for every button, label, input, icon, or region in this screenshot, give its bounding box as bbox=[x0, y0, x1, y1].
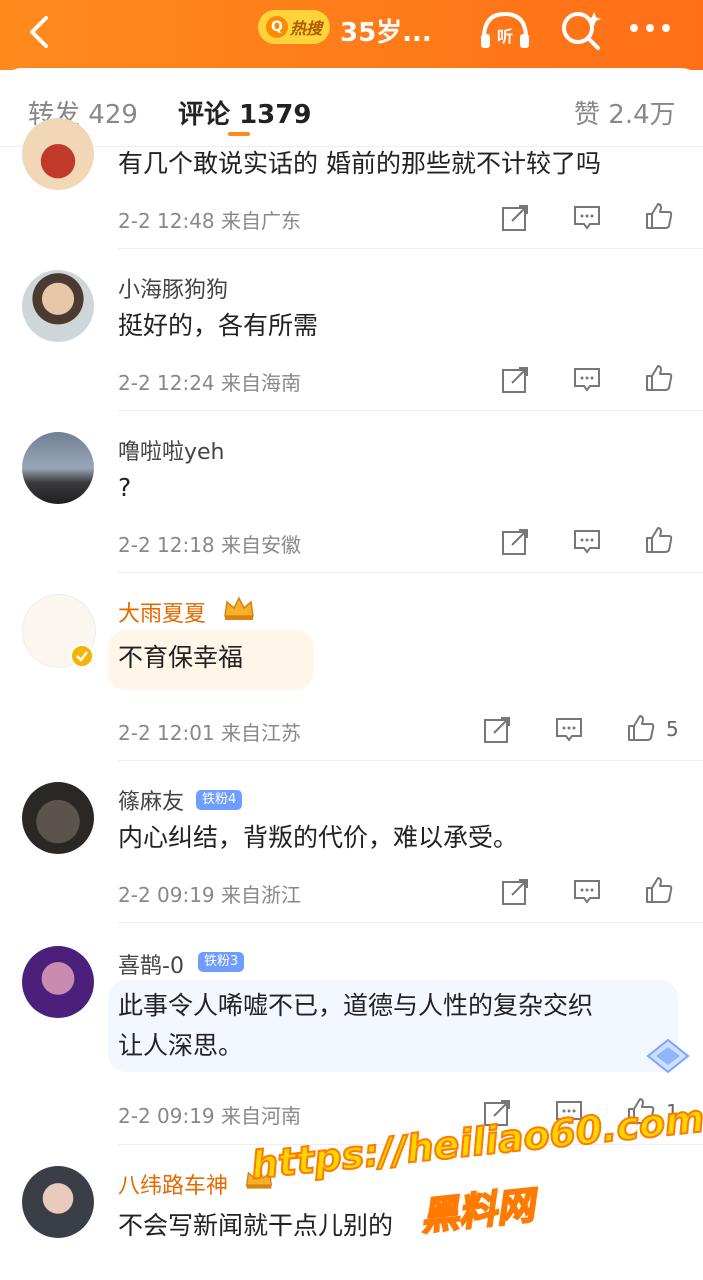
username[interactable]: 喜鹊-0 bbox=[118, 948, 184, 980]
username[interactable]: 噜啦啦yeh bbox=[118, 434, 225, 466]
diamond-icon bbox=[646, 1038, 690, 1074]
back-icon[interactable] bbox=[20, 12, 60, 52]
crown-icon bbox=[224, 596, 254, 620]
username[interactable]: 小海豚狗狗 bbox=[118, 272, 228, 304]
divider bbox=[118, 922, 703, 923]
comment-time: 2-2 09:19 bbox=[118, 883, 215, 907]
more-icon[interactable] bbox=[628, 22, 672, 34]
like-icon[interactable] bbox=[644, 363, 674, 393]
comment-text: 有几个敢说实话的 婚前的那些就不计较了吗 bbox=[118, 149, 601, 178]
divider bbox=[118, 248, 703, 249]
username[interactable]: 八纬路车神 bbox=[118, 1168, 228, 1200]
comment-text: 不育保幸福 bbox=[118, 643, 244, 672]
comment-icon[interactable] bbox=[572, 203, 602, 233]
tab-comments-label: 评论 bbox=[178, 100, 231, 130]
comment-icon[interactable] bbox=[572, 877, 602, 907]
comment-meta: 2-2 12:18 来自安徽 bbox=[118, 529, 301, 558]
tab-likes[interactable]: 赞 2.4万 bbox=[574, 94, 676, 131]
comment-meta: 2-2 12:24 来自海南 bbox=[118, 367, 301, 396]
watermark-name: 黑料网 bbox=[417, 1182, 537, 1240]
comment-icon[interactable] bbox=[554, 715, 584, 745]
tab-comments-count: 1379 bbox=[239, 100, 312, 130]
hot-search-icon: Q bbox=[265, 16, 288, 38]
divider bbox=[118, 760, 703, 761]
comment-sheet bbox=[0, 68, 703, 1280]
comment-time: 2-2 12:01 bbox=[118, 721, 215, 745]
avatar[interactable] bbox=[22, 1166, 94, 1238]
like-icon[interactable] bbox=[644, 525, 674, 555]
verified-icon bbox=[70, 644, 94, 668]
like-icon[interactable] bbox=[644, 201, 674, 231]
tab-likes-count: 2.4万 bbox=[608, 100, 676, 130]
fan-badge: 铁粉3 bbox=[198, 952, 245, 972]
topic-title[interactable]: 35岁... bbox=[340, 12, 432, 49]
like-count: 5 bbox=[666, 717, 679, 741]
share-icon[interactable] bbox=[500, 365, 530, 395]
share-icon[interactable] bbox=[500, 527, 530, 557]
comment-text: ? bbox=[118, 473, 132, 502]
comment-time: 2-2 12:18 bbox=[118, 533, 215, 557]
comment-time: 2-2 09:19 bbox=[118, 1104, 215, 1128]
comment-meta: 2-2 09:19 来自浙江 bbox=[118, 879, 301, 908]
comment-location: 来自浙江 bbox=[221, 883, 302, 907]
comment-location: 来自安徽 bbox=[221, 533, 302, 557]
fan-badge: 铁粉4 bbox=[196, 790, 243, 810]
divider bbox=[118, 572, 703, 573]
listen-icon[interactable]: 听 bbox=[478, 8, 532, 52]
avatar[interactable] bbox=[22, 782, 94, 854]
comment-meta: 2-2 12:48 来自广东 bbox=[118, 205, 301, 234]
watermark: https://heiliao60.com 黑料网 bbox=[248, 1095, 703, 1270]
tab-comments[interactable]: 评论 1379 bbox=[178, 94, 311, 131]
comment-meta: 2-2 12:01 来自江苏 bbox=[118, 717, 301, 746]
hot-search-label: 热搜 bbox=[289, 19, 322, 38]
search-icon[interactable] bbox=[558, 8, 604, 54]
tab-repost-count: 429 bbox=[88, 100, 138, 130]
share-icon[interactable] bbox=[482, 715, 512, 745]
share-icon[interactable] bbox=[500, 203, 530, 233]
comment-time: 2-2 12:48 bbox=[118, 209, 215, 233]
comment-text-line-2: 让人深思。 bbox=[118, 1031, 244, 1060]
tab-likes-label: 赞 bbox=[574, 100, 601, 130]
svg-text:听: 听 bbox=[497, 27, 513, 46]
comment-text-line-1: 此事令人唏嘘不已，道德与人性的复杂交织 bbox=[118, 991, 594, 1020]
username[interactable]: 篠麻友 bbox=[118, 784, 184, 816]
comment-icon[interactable] bbox=[572, 527, 602, 557]
comment-text: 内心纠结，背叛的代价，难以承受。 bbox=[118, 823, 519, 852]
comment-location: 来自广东 bbox=[221, 209, 302, 233]
avatar[interactable] bbox=[22, 270, 94, 342]
tab-bar: 转发 429 评论 1379 赞 2.4万 bbox=[0, 76, 703, 147]
share-icon[interactable] bbox=[500, 877, 530, 907]
top-bar: Q 热搜 35岁... 听 bbox=[0, 0, 703, 70]
divider bbox=[118, 410, 703, 411]
active-tab-indicator bbox=[228, 132, 250, 136]
like-icon[interactable] bbox=[626, 713, 656, 743]
avatar[interactable] bbox=[22, 118, 94, 190]
avatar[interactable] bbox=[22, 946, 94, 1018]
comment-location: 来自江苏 bbox=[221, 721, 302, 745]
comment-location: 来自海南 bbox=[221, 371, 302, 395]
comment-time: 2-2 12:24 bbox=[118, 371, 215, 395]
hot-search-badge[interactable]: Q 热搜 bbox=[258, 10, 330, 44]
like-icon[interactable] bbox=[644, 875, 674, 905]
username[interactable]: 大雨夏夏 bbox=[118, 596, 206, 628]
comment-text: 挺好的，各有所需 bbox=[118, 311, 319, 340]
comment-icon[interactable] bbox=[572, 365, 602, 395]
avatar[interactable] bbox=[22, 432, 94, 504]
